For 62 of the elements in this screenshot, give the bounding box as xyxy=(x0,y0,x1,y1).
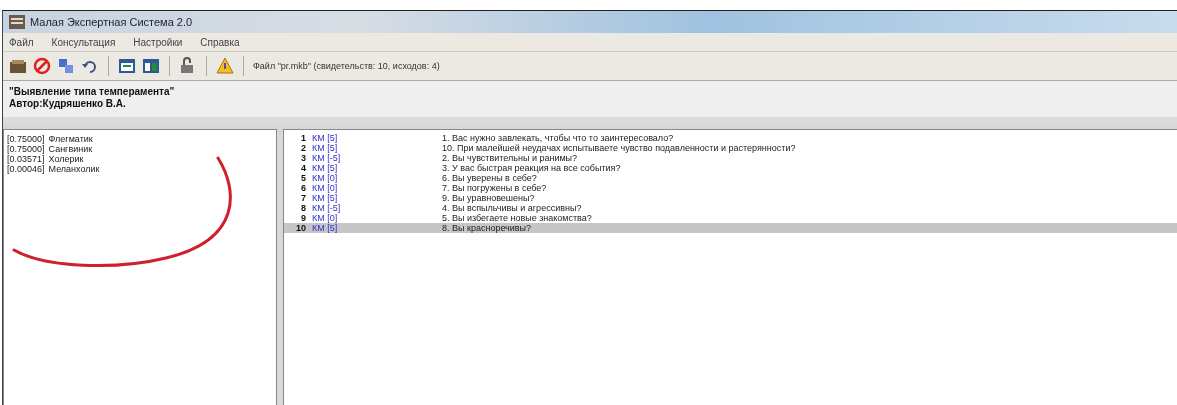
row-number: 5 xyxy=(300,173,307,183)
row-number: 7 xyxy=(300,193,307,203)
question-text: 9. Вы уравновешены? xyxy=(442,193,535,203)
outcome-name: Меланхолик xyxy=(48,164,100,174)
question-row[interactable]: 3 КМ [-5] 2. Вы чувствительны и ранимы? xyxy=(284,153,1177,163)
question-text: 6. Вы уверены в себе? xyxy=(442,173,537,183)
outcome-name: Флегматик xyxy=(48,134,93,144)
question-row[interactable]: 5 КМ [0] 6. Вы уверены в себе? xyxy=(284,173,1177,183)
question-row[interactable]: 1 КМ [5] 1. Вас нужно завлекать, чтобы что то заинтересовало? xyxy=(284,133,1177,143)
row-number: 3 xyxy=(300,153,307,163)
window-icon[interactable] xyxy=(118,57,136,75)
folder-icon[interactable] xyxy=(9,57,27,75)
outcome-name: Холерик xyxy=(48,154,84,164)
answer-link[interactable]: КМ [5] xyxy=(312,163,442,173)
question-text: 1. Вас нужно завлекать, чтобы что то заинтересовало? xyxy=(442,133,674,143)
question-text: 8. Вы красноречивы? xyxy=(442,223,532,233)
menu-item[interactable]: Файл xyxy=(9,36,34,48)
answer-link[interactable]: КМ [0] xyxy=(312,183,442,193)
menu-item[interactable]: Справка xyxy=(200,36,240,48)
answer-link[interactable]: КМ [5] xyxy=(312,193,442,203)
row-number: 6 xyxy=(300,183,307,193)
answer-link[interactable]: КМ [5] xyxy=(312,223,442,233)
outcome-name: Сангвиник xyxy=(48,144,93,154)
window-title: Малая Экспертная Система 2.0 xyxy=(30,16,193,28)
menu-item[interactable]: Настройки xyxy=(133,36,183,48)
row-number: 8 xyxy=(300,203,307,213)
answer-link[interactable]: КМ [5] xyxy=(312,143,442,153)
row-number: 1 xyxy=(300,133,307,143)
question-text: 3. У вас быстрая реакция на все события? xyxy=(442,163,621,173)
question-row[interactable]: 4 КМ [5] 3. У вас быстрая реакция на все события? xyxy=(284,163,1177,173)
row-number: 2 xyxy=(300,143,307,153)
menu-item[interactable]: Консультация xyxy=(51,36,116,48)
question-row[interactable]: 7 КМ [5] 9. Вы уравновешены? xyxy=(284,193,1177,203)
answer-link[interactable]: КМ [5] xyxy=(312,133,442,143)
row-number: 9 xyxy=(300,213,307,223)
answer-link[interactable]: КМ [-5] xyxy=(312,153,442,163)
outcome-score: [0.00046] xyxy=(7,164,45,174)
question-row[interactable]: 2 КМ [5] 10. При малейшей неудачах испытываете чувство подавленности и растерянности? xyxy=(284,143,1177,153)
no-entry-icon[interactable] xyxy=(33,57,51,75)
app-icon xyxy=(9,15,25,29)
knowledge-base-title: "Выявление типа темперамента" xyxy=(9,86,176,98)
question-row[interactable]: 10 КМ [5] 8. Вы красноречивы? xyxy=(284,223,1177,233)
question-text: 2. Вы чувствительны и ранимы? xyxy=(442,153,578,163)
windows-icon[interactable] xyxy=(142,57,160,75)
answer-link[interactable]: КМ [0] xyxy=(312,173,442,183)
row-number: 10 xyxy=(295,223,307,233)
file-status-text: Файл "pr.mkb" (свидетельств: 10, исходов: 4) xyxy=(253,61,440,71)
question-text: 7. Вы погружены в себе? xyxy=(442,183,547,193)
answer-link[interactable]: КМ [0] xyxy=(312,213,442,223)
answer-link[interactable]: КМ [-5] xyxy=(312,203,442,213)
author-label: Автор:Кудряшенко В.А. xyxy=(9,98,127,110)
question-text: 10. При малейшей неудачах испытываете чувство подавленности и растерянности? xyxy=(442,143,796,153)
outcome-score: [0.03571] xyxy=(7,154,45,164)
outcome-score: [0.75000] xyxy=(7,144,45,154)
row-number: 4 xyxy=(300,163,307,173)
warning-icon[interactable] xyxy=(216,57,234,75)
outcome-score: [0.75000] xyxy=(7,134,45,144)
question-text: 5. Вы избегаете новые знакомства? xyxy=(442,213,592,223)
question-row[interactable]: 6 КМ [0] 7. Вы погружены в себе? xyxy=(284,183,1177,193)
question-row[interactable]: 8 КМ [-5] 4. Вы вспыльчивы и агрессивны? xyxy=(284,203,1177,213)
question-row[interactable]: 9 КМ [0] 5. Вы избегаете новые знакомства? xyxy=(284,213,1177,223)
question-text: 4. Вы вспыльчивы и агрессивны? xyxy=(442,203,582,213)
